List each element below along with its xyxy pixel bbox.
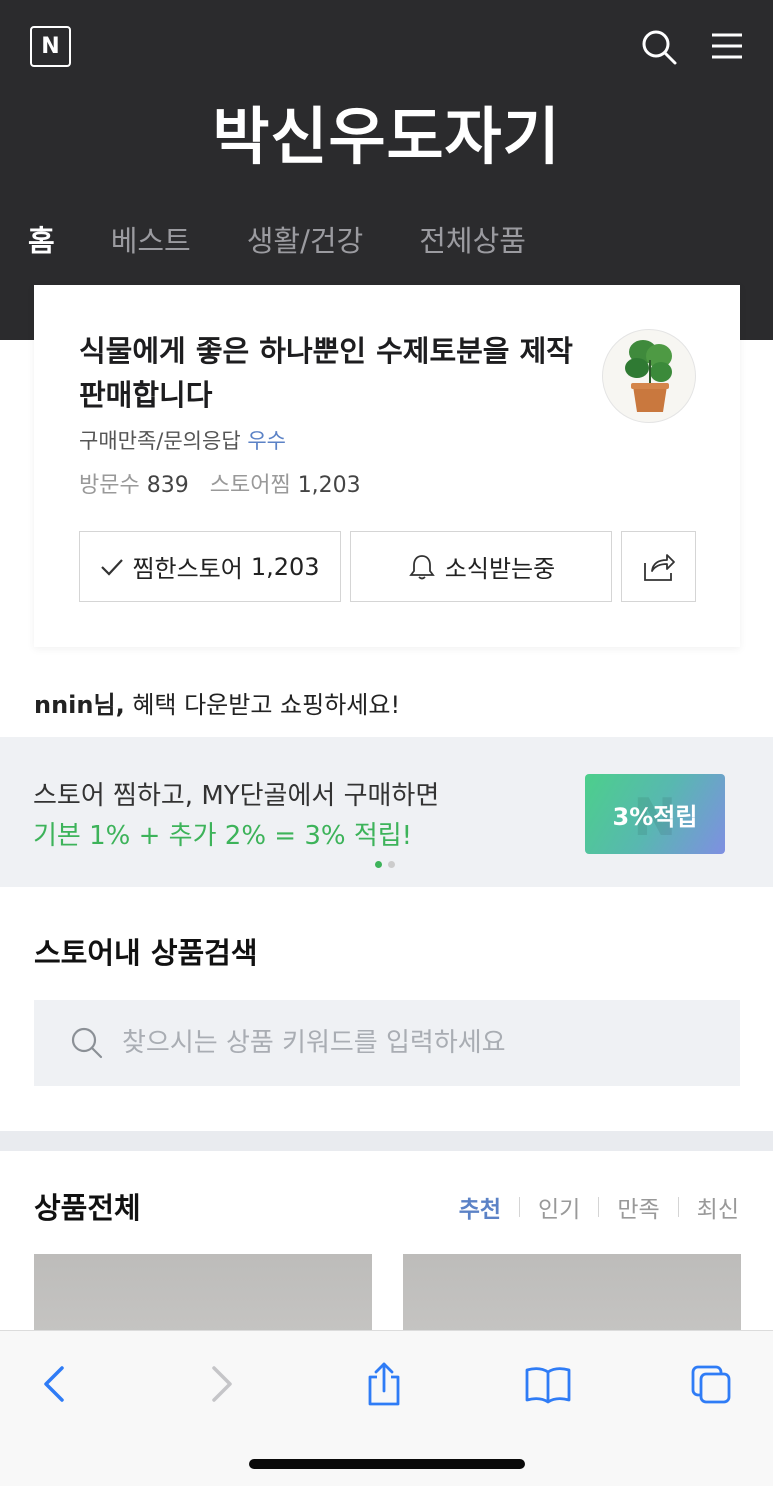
share-icon	[643, 553, 675, 581]
products-title: 상품전체	[34, 1191, 141, 1225]
sort-popular[interactable]: 인기	[538, 1190, 580, 1224]
store-tabs: 홈 베스트 생활/건강 전체상품	[28, 218, 526, 260]
tabs-button[interactable]	[686, 1359, 736, 1409]
home-indicator	[249, 1459, 525, 1469]
favs-label: 스토어찜	[209, 473, 291, 498]
stats-line: 방문수 839 스토어찜 1,203	[79, 467, 361, 499]
visits-value: 839	[146, 473, 189, 498]
sort-latest[interactable]: 최신	[697, 1190, 739, 1224]
favorite-store-button[interactable]: 찜한스토어 1,203	[79, 531, 341, 602]
greeting-text: nnin님, 혜택 다운받고 쇼핑하세요!	[34, 685, 400, 720]
sort-divider	[598, 1197, 600, 1217]
store-profile-card: 식물에게 좋은 하나뿐인 수제토분을 제작판매합니다 구매만족/문의응답 우수 …	[34, 285, 740, 647]
sort-satisfaction[interactable]: 만족	[617, 1190, 659, 1224]
store-headline: 식물에게 좋은 하나뿐인 수제토분을 제작판매합니다	[79, 334, 573, 412]
search-icon[interactable]	[640, 28, 678, 66]
search-section-title: 스토어내 상품검색	[34, 936, 258, 970]
favorite-button-count: 1,203	[250, 552, 320, 581]
forward-icon	[212, 1366, 232, 1402]
share-icon	[368, 1362, 400, 1406]
sort-recommended[interactable]: 추천	[459, 1190, 501, 1224]
greeting-user: nnin님,	[34, 691, 125, 719]
rating-value: 우수	[247, 429, 286, 453]
tabs-icon	[691, 1365, 731, 1404]
banner-line-1: 스토어 찜하고, MY단골에서 구매하면	[33, 781, 440, 811]
notification-button-label: 소식받는중	[444, 555, 556, 583]
greeting-message: 혜택 다운받고 쇼핑하세요!	[124, 691, 401, 719]
menu-icon[interactable]	[710, 31, 744, 61]
notification-button[interactable]: 소식받는중	[350, 531, 612, 602]
store-avatar	[602, 329, 696, 423]
rating-line: 구매만족/문의응답 우수	[79, 425, 286, 455]
visits-label: 방문수	[79, 473, 140, 498]
section-divider	[0, 1131, 773, 1151]
favorite-button-label: 찜한스토어	[132, 555, 243, 583]
search-icon	[71, 1027, 103, 1059]
sort-divider	[519, 1197, 521, 1217]
bell-icon	[408, 554, 435, 579]
tab-all-products[interactable]: 전체상품	[419, 218, 526, 260]
banner-pagination	[375, 861, 395, 868]
naver-logo[interactable]: N	[30, 26, 71, 67]
bookmarks-icon	[525, 1367, 571, 1404]
favs-value: 1,203	[297, 473, 361, 498]
store-title: 박신우도자기	[212, 100, 561, 173]
pagination-dot	[388, 861, 395, 868]
product-search-box[interactable]	[34, 1000, 740, 1086]
back-button[interactable]	[30, 1359, 80, 1409]
banner-line-2: 기본 1% + 추가 2% = 3% 적립!	[33, 821, 413, 851]
badge-text: 3%적립	[612, 802, 698, 831]
share-button[interactable]	[621, 531, 696, 602]
browser-toolbar	[0, 1330, 773, 1486]
tab-living-health[interactable]: 생활/건강	[247, 218, 364, 260]
forward-button[interactable]	[196, 1359, 246, 1409]
plant-pot-icon	[625, 340, 672, 412]
product-search-input[interactable]	[122, 1028, 722, 1058]
sort-divider	[677, 1197, 679, 1217]
bookmarks-button[interactable]	[523, 1359, 573, 1409]
tab-best[interactable]: 베스트	[111, 218, 191, 260]
reward-badge: N 3%적립	[585, 774, 725, 854]
check-icon	[101, 558, 124, 576]
tab-home[interactable]: 홈	[28, 218, 55, 260]
share-page-button[interactable]	[359, 1359, 409, 1409]
rating-label: 구매만족/문의응답	[79, 429, 241, 453]
back-icon	[44, 1366, 64, 1402]
pagination-dot-active	[375, 861, 382, 868]
benefit-banner[interactable]: 스토어 찜하고, MY단골에서 구매하면 기본 1% + 추가 2% = 3% …	[0, 737, 773, 887]
sort-options: 추천 인기 만족 최신	[459, 1190, 739, 1224]
